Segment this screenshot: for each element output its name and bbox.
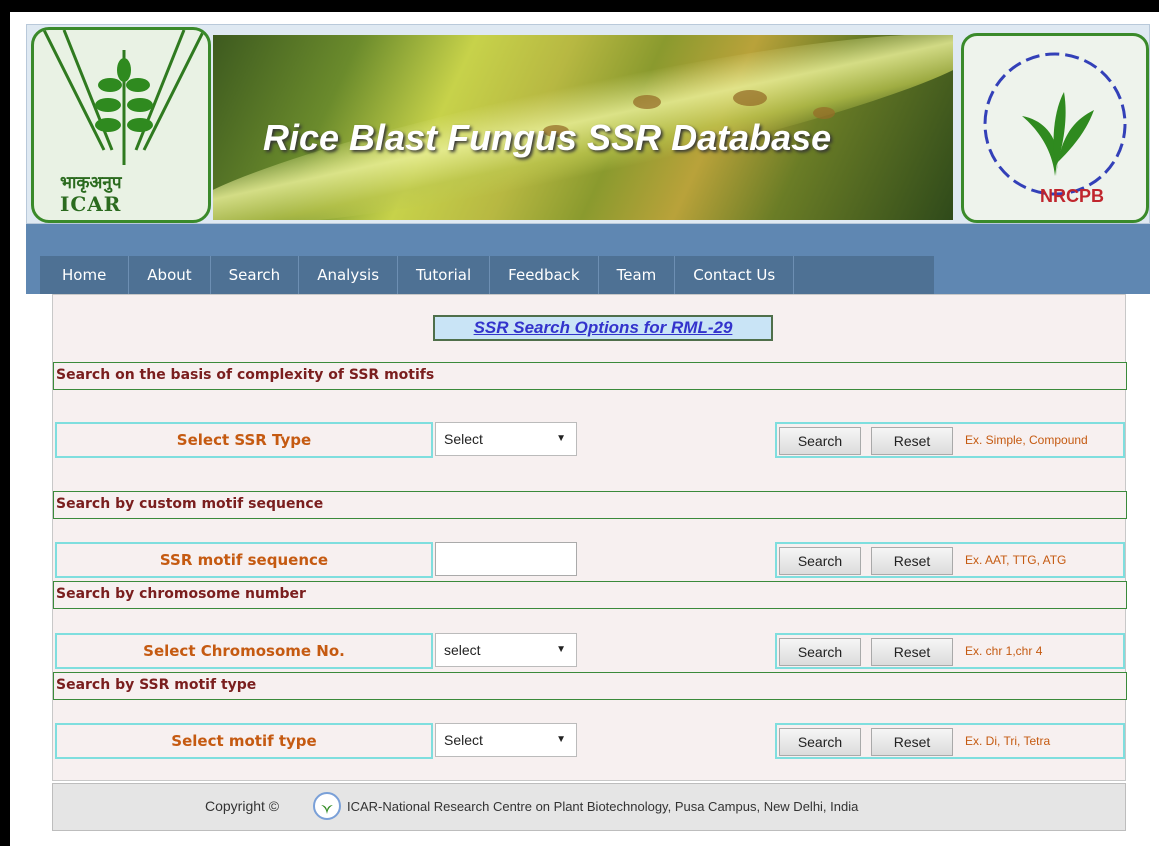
reset-button[interactable]: Reset [871, 728, 953, 756]
reset-button[interactable]: Reset [871, 427, 953, 455]
footer: Copyright © ICAR-National Research Centr… [52, 783, 1126, 831]
reset-button[interactable]: Reset [871, 638, 953, 666]
search-button[interactable]: Search [779, 427, 861, 455]
wheat-icon [42, 30, 206, 165]
row-label: Select Chromosome No. [55, 633, 433, 669]
nav-home[interactable]: Home [40, 256, 130, 294]
section-heading: Search by SSR motif type [53, 672, 1127, 700]
motif-type-select[interactable]: Select ▼ [435, 723, 577, 757]
search-button[interactable]: Search [779, 547, 861, 575]
row-label: SSR motif sequence [55, 542, 433, 578]
dropdown-arrow-icon: ▼ [556, 433, 566, 444]
row-control: Select ▼ [435, 422, 775, 458]
dropdown-arrow-icon: ▼ [556, 644, 566, 655]
search-row-motif-type: Select motif type Select ▼ Search Reset … [55, 723, 1125, 759]
row-control: select ▼ [435, 633, 775, 669]
search-button[interactable]: Search [779, 728, 861, 756]
nav-feedback[interactable]: Feedback [490, 256, 599, 294]
row-label: Select SSR Type [55, 422, 433, 458]
header-banner: भाकृअनुप ICAR Rice Blast Fungus SSR Data… [26, 24, 1150, 224]
row-label: Select motif type [55, 723, 433, 759]
select-value: Select [444, 732, 483, 748]
section-heading: Search on the basis of complexity of SSR… [53, 362, 1127, 390]
example-hint: Ex. Di, Tri, Tetra [965, 734, 1051, 748]
copyright-label: Copyright © [205, 798, 280, 814]
example-hint: Ex. AAT, TTG, ATG [965, 553, 1067, 567]
search-row-chromosome: Select Chromosome No. select ▼ Search Re… [55, 633, 1125, 669]
ssr-type-select[interactable]: Select ▼ [435, 422, 577, 456]
select-value: Select [444, 431, 483, 447]
page: भाकृअनुप ICAR Rice Blast Fungus SSR Data… [26, 24, 1150, 844]
window-frame-left [0, 0, 10, 846]
search-panel: SSR Search Options for RML-29 Search on … [52, 294, 1127, 781]
nav-search[interactable]: Search [211, 256, 300, 294]
reset-button[interactable]: Reset [871, 547, 953, 575]
example-hint: Ex. Simple, Compound [965, 433, 1088, 447]
example-hint: Ex. chr 1,chr 4 [965, 644, 1043, 658]
site-title: Rice Blast Fungus SSR Database [263, 117, 832, 158]
row-control: Select ▼ [435, 723, 775, 759]
row-actions: Search Reset Ex. AAT, TTG, ATG [775, 542, 1125, 578]
search-row-ssr-type: Select SSR Type Select ▼ Search Reset Ex… [55, 422, 1125, 458]
search-row-motif-sequence: SSR motif sequence Search Reset Ex. AAT,… [55, 542, 1125, 578]
dropdown-arrow-icon: ▼ [556, 734, 566, 745]
icar-text: ICAR [60, 192, 122, 216]
lesion-spot [733, 90, 767, 106]
lesion-spot [633, 95, 661, 109]
nav-team[interactable]: Team [599, 256, 676, 294]
section-heading: Search by chromosome number [53, 581, 1127, 609]
nav-about[interactable]: About [129, 256, 211, 294]
nav-tutorial[interactable]: Tutorial [398, 256, 491, 294]
nav-contact[interactable]: Contact Us [675, 256, 795, 294]
select-value: select [444, 642, 481, 658]
row-control [435, 542, 775, 578]
row-actions: Search Reset Ex. Simple, Compound [775, 422, 1125, 458]
panel-title[interactable]: SSR Search Options for RML-29 [433, 315, 773, 341]
nav-analysis[interactable]: Analysis [299, 256, 399, 294]
row-actions: Search Reset Ex. Di, Tri, Tetra [775, 723, 1125, 759]
nrcpb-logo[interactable]: NRCPB [961, 33, 1149, 223]
footer-institution: ICAR-National Research Centre on Plant B… [347, 799, 859, 814]
icar-logo[interactable]: भाकृअनुप ICAR [31, 27, 211, 223]
row-actions: Search Reset Ex. chr 1,chr 4 [775, 633, 1125, 669]
nrcpb-small-logo-icon [313, 792, 341, 820]
motif-sequence-input[interactable] [435, 542, 577, 576]
nrcpb-text: NRCPB [1040, 186, 1105, 206]
main-nav: Home About Search Analysis Tutorial Feed… [40, 256, 934, 294]
chromosome-select[interactable]: select ▼ [435, 633, 577, 667]
section-heading: Search by custom motif sequence [53, 491, 1127, 519]
icar-hindi-text: भाकृअनुप [60, 173, 122, 193]
search-button[interactable]: Search [779, 638, 861, 666]
window-frame-top [0, 0, 1159, 12]
